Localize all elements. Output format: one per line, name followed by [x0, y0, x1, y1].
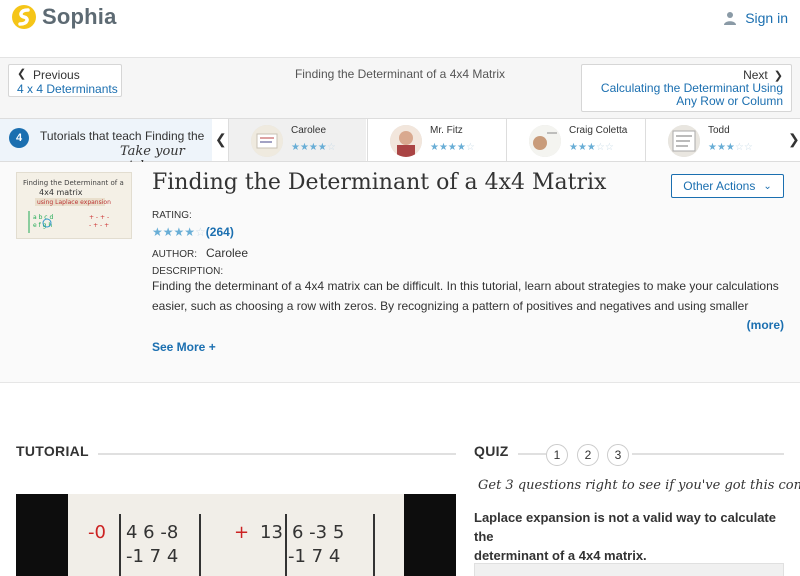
tutor-name: Todd [708, 125, 730, 136]
tutorial-section: TUTORIAL [16, 443, 456, 461]
divider [632, 453, 784, 455]
quiz-hint: Get 3 questions right to see if you've g… [478, 478, 800, 493]
svg-text:6 -3 5: 6 -3 5 [292, 522, 344, 543]
logo[interactable]: Sophia [10, 3, 117, 31]
previous-title: 4 x 4 Determinants [17, 82, 118, 96]
svg-text:+: + [234, 522, 249, 543]
tutorial-thumbnail-image: Finding the Determinant of a 4x4 matrix … [17, 173, 131, 238]
tutorial-count-badge: 4 [9, 128, 29, 148]
rating-stars: ★★★★☆ [152, 225, 206, 239]
tutorial-nav: ❮ Previous 4 x 4 Determinants Finding th… [0, 58, 800, 118]
quiz-question: Laplace expansion is not a valid way to … [474, 508, 784, 565]
svg-text:-0: -0 [88, 522, 106, 543]
tutorial-heading: TUTORIAL [16, 443, 89, 459]
svg-text:-1 7 4: -1 7 4 [126, 546, 178, 567]
svg-text:Finding the Determinant of a: Finding the Determinant of a [23, 179, 124, 187]
quiz-question-line: Laplace expansion is not a valid way to … [474, 510, 776, 544]
tutor-rating-stars: ★★★☆☆ [708, 142, 753, 153]
tutor-strip-intro: 4 Tutorials that teach Finding the Take … [0, 119, 212, 174]
rating-count[interactable]: (264) [206, 225, 234, 239]
tutor-card-carolee[interactable]: Carolee ★★★★☆ [228, 119, 366, 161]
author-name: Carolee [206, 246, 249, 260]
tutor-card-todd[interactable]: Todd ★★★☆☆ [645, 119, 783, 161]
tutor-rating-stars: ★★★★☆ [430, 142, 475, 153]
svg-text:- + - +: - + - + [89, 222, 109, 229]
tutorial-thumbnail[interactable]: Finding the Determinant of a 4x4 matrix … [16, 172, 132, 239]
signin-link[interactable]: Sign in [723, 10, 788, 26]
svg-text:a b c d: a b c d [33, 214, 54, 221]
quiz-question-2[interactable]: 2 [577, 444, 599, 466]
tutorial-title: Finding the Determinant of a 4x4 Matrix [152, 170, 607, 195]
tutor-strip-title: Tutorials that teach Finding the [40, 129, 205, 143]
description: Finding the determinant of a 4x4 matrix … [152, 276, 784, 316]
tutor-name: Carolee [291, 125, 327, 136]
user-icon [724, 12, 737, 25]
chevron-left-icon[interactable]: ❮ [215, 131, 227, 148]
svg-text:using Laplace expansion: using Laplace expansion [37, 199, 111, 206]
tutor-thumbnail [251, 125, 283, 157]
tutor-thumbnail [529, 125, 561, 157]
see-more-link[interactable]: See More + [152, 340, 216, 354]
quiz-heading: QUIZ [474, 443, 509, 459]
next-label: Next [743, 68, 768, 82]
svg-text:4x4 matrix: 4x4 matrix [39, 188, 83, 197]
rating: ★★★★☆ (264) [152, 225, 234, 239]
svg-text:+ - + -: + - + - [89, 214, 109, 221]
tutor-thumbnail [390, 125, 422, 157]
chevron-right-icon[interactable]: ❯ [788, 131, 800, 148]
rating-label: RATING: [152, 210, 192, 221]
svg-text:13: 13 [260, 522, 283, 543]
tutor-name: Craig Coletta [569, 125, 628, 136]
sophia-logo-icon [12, 5, 36, 29]
tutor-card-craig-coletta[interactable]: Craig Coletta ★★★☆☆ [506, 119, 644, 161]
quiz-question-3[interactable]: 3 [607, 444, 629, 466]
signin-label: Sign in [745, 10, 788, 26]
divider [518, 453, 546, 455]
tutorial-detail: Finding the Determinant of a 4x4 matrix … [0, 162, 800, 383]
other-actions-label: Other Actions [683, 179, 756, 193]
tutor-thumbnail [668, 125, 700, 157]
author-label: AUTHOR: [152, 249, 197, 260]
video-frame: -0 4 6 -8 -1 7 4 + 13 6 -3 5 -1 7 4 [16, 494, 456, 576]
tutor-name: Mr. Fitz [430, 125, 463, 136]
svg-text:-1 7 4: -1 7 4 [288, 546, 340, 567]
tutor-strip: 4 Tutorials that teach Finding the Take … [0, 118, 800, 174]
description-line: easier, such as choosing a row with zero… [152, 299, 749, 313]
svg-text:4 6 -8: 4 6 -8 [126, 522, 178, 543]
top-bar: Sophia Sign in [0, 0, 800, 58]
divider [98, 453, 456, 455]
quiz-question-1[interactable]: 1 [546, 444, 568, 466]
tutor-card-mr-fitz[interactable]: Mr. Fitz ★★★★☆ [367, 119, 505, 161]
logo-text: Sophia [42, 4, 117, 29]
other-actions-button[interactable]: Other Actions ⌄ [671, 174, 784, 198]
tutor-rating-stars: ★★★☆☆ [569, 142, 614, 153]
description-line: Finding the determinant of a 4x4 matrix … [152, 279, 779, 293]
quiz-section: QUIZ [474, 443, 784, 461]
tutor-rating-stars: ★★★★☆ [291, 142, 336, 153]
next-title-line2: Any Row or Column [676, 94, 783, 108]
tutorial-video[interactable]: -0 4 6 -8 -1 7 4 + 13 6 -3 5 -1 7 4 [16, 494, 456, 576]
more-link[interactable]: (more) [747, 318, 784, 332]
next-button[interactable]: Next ❯ Calculating the Determinant Using … [581, 64, 792, 112]
quiz-answer-box[interactable] [474, 563, 784, 576]
chevron-down-icon: ⌄ [763, 180, 772, 192]
